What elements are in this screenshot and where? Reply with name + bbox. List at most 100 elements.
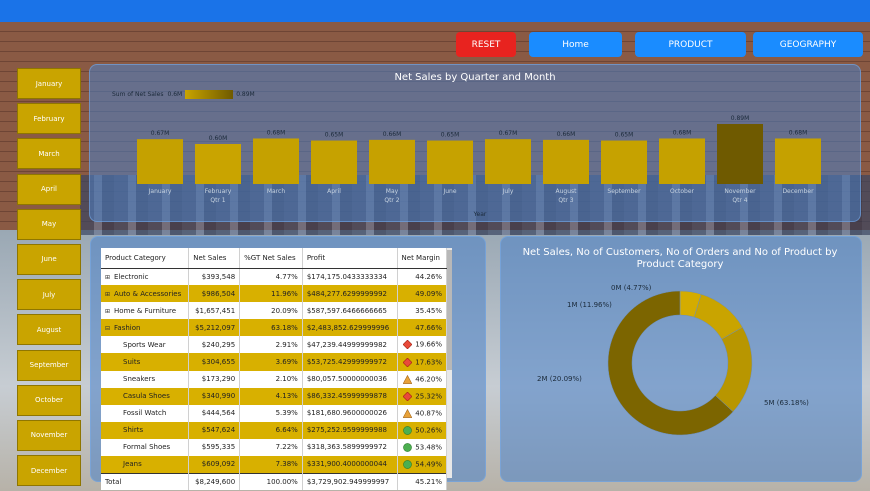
table-row[interactable]: Shirts $547,624 6.64% $275,252.9599999988 50… (101, 421, 448, 439)
table-row[interactable]: ⊞ Home & Furniture $1,657,451 20.09% $587,59… (101, 302, 448, 320)
expand-icon[interactable]: ⊞ (105, 308, 110, 315)
top-bar (0, 0, 870, 22)
cell-net-sales: $444,564 (188, 404, 241, 422)
cell-category: Suits (101, 353, 190, 371)
bar-chart-panel (89, 64, 861, 222)
cell-profit: $174,175.0433333334 (302, 268, 398, 286)
column-header-3[interactable]: Profit (302, 248, 398, 269)
cell-net-margin: 47.66% (397, 319, 448, 337)
legend-max: 0.89M (236, 91, 255, 98)
table-row[interactable]: ⊞ Electronic $393,548 4.77% $174,175.0433333… (101, 268, 448, 286)
cell-profit: $86,332.45999999878 (302, 387, 398, 405)
month-slicer-november[interactable]: November (17, 419, 81, 451)
cell-category: ⊞ Home & Furniture (101, 302, 190, 320)
total-cat: Total (101, 472, 190, 491)
month-slicer-april[interactable]: April (17, 173, 81, 205)
cell-profit: $331,900.4000000044 (302, 456, 398, 474)
diamond-icon (403, 357, 413, 367)
cell-pct-gt: 11.96% (239, 285, 303, 303)
table-row[interactable]: Casula Shoes $340,990 4.13% $86,332.4599999… (101, 387, 448, 405)
month-slicer-june[interactable]: June (17, 243, 81, 275)
month-slicer-october[interactable]: October (17, 384, 81, 416)
donut-title: Net Sales, No of Customers, No of Orders… (522, 247, 838, 270)
table-row[interactable]: Sneakers $173,290 2.10% $80,057.50000000036… (101, 370, 448, 388)
total-pct: 100.00% (239, 472, 303, 491)
month-slicer-february[interactable]: February (17, 103, 81, 135)
table-header-row: Product Category Net Sales %GT Net Sales Pr… (101, 248, 448, 269)
column-header-1[interactable]: Net Sales (188, 248, 241, 269)
product-button[interactable]: PRODUCT (635, 32, 746, 57)
diamond-icon (403, 391, 413, 401)
cell-profit: $80,057.50000000036 (302, 370, 398, 388)
cell-pct-gt: 7.22% (239, 438, 303, 457)
table-row[interactable]: Formal Shoes $595,335 7.22% $318,363.589999… (101, 438, 448, 457)
month-slicer-august[interactable]: August (17, 314, 81, 346)
cell-net-margin: 25.32% (397, 387, 448, 405)
cell-pct-gt: 2.91% (239, 336, 303, 354)
legend-gradient (185, 90, 234, 99)
cell-category: Casula Shoes (101, 387, 190, 405)
reset-button[interactable]: RESET (456, 32, 516, 57)
cell-net-sales: $240,295 (188, 336, 241, 354)
total-profit: $3,729,902.949999997 (302, 472, 398, 491)
table-scroll-thumb[interactable] (447, 250, 452, 370)
cell-net-margin: 19.66% (397, 336, 448, 354)
cell-profit: $53,725.42999999972 (302, 353, 398, 371)
cell-net-sales: $547,624 (188, 421, 241, 439)
total-sales: $8,249,600 (188, 472, 241, 491)
bar-chart-title: Net Sales by Quarter and Month (394, 72, 556, 83)
table-row[interactable]: Fossil Watch $444,564 5.39% $181,680.960000… (101, 404, 448, 422)
cell-profit: $587,597.6466666665 (302, 302, 398, 320)
home-button[interactable]: Home (529, 32, 622, 57)
table-scrollbar[interactable] (447, 248, 452, 478)
cell-pct-gt: 6.64% (239, 421, 303, 439)
cell-profit: $484,277.6299999992 (302, 285, 398, 303)
month-slicer-december[interactable]: December (17, 455, 81, 487)
triangle-icon (403, 374, 413, 384)
cell-net-sales: $595,335 (188, 438, 241, 457)
cell-net-sales: $609,092 (188, 456, 241, 474)
cell-pct-gt: 2.10% (239, 370, 303, 388)
cell-category: Shirts (101, 421, 190, 439)
month-slicer-march[interactable]: March (17, 138, 81, 170)
month-slicer-july[interactable]: July (17, 279, 81, 311)
triangle-icon (403, 408, 413, 418)
cell-profit: $2,483,852.629999996 (302, 319, 398, 337)
donut-panel (500, 236, 862, 482)
cell-net-margin: 50.26% (397, 421, 448, 439)
month-slicer-may[interactable]: May (17, 208, 81, 240)
cell-net-margin: 35.45% (397, 302, 448, 320)
expand-icon[interactable]: ⊟ (105, 325, 110, 332)
table-row[interactable]: ⊞ Auto & Accessories $986,504 11.96% $484,27… (101, 285, 448, 303)
diamond-icon (403, 340, 413, 350)
cell-pct-gt: 20.09% (239, 302, 303, 320)
month-slicer-september[interactable]: September (17, 349, 81, 381)
column-header-2[interactable]: %GT Net Sales (239, 248, 303, 269)
month-slicer: January February March April May June July Augu… (17, 68, 81, 490)
table-row[interactable]: Sports Wear $240,295 2.91% $47,239.44999999… (101, 336, 448, 354)
geography-button[interactable]: GEOGRAPHY (753, 32, 863, 57)
table-row[interactable]: Suits $304,655 3.69% $53,725.42999999972 17.… (101, 353, 448, 371)
month-slicer-january[interactable]: January (17, 68, 81, 99)
column-header-0[interactable]: Product Category (101, 248, 190, 269)
table-row[interactable]: ⊟ Fashion $5,212,097 63.18% $2,483,852.62999… (101, 319, 448, 337)
table-row[interactable]: Jeans $609,092 7.38% $331,900.4000000044 54.… (101, 456, 448, 474)
cell-net-sales: $304,655 (188, 353, 241, 371)
circle-icon (403, 443, 413, 452)
cell-category: ⊟ Fashion (101, 319, 190, 337)
column-header-4[interactable]: Net Margin (397, 248, 448, 269)
cell-net-sales: $173,290 (188, 370, 241, 388)
cell-category: ⊞ Electronic (101, 268, 190, 286)
cell-category: Formal Shoes (101, 438, 190, 457)
cell-category: Jeans (101, 456, 190, 474)
cell-net-sales: $340,990 (188, 387, 241, 405)
cell-pct-gt: 63.18% (239, 319, 303, 337)
cell-pct-gt: 5.39% (239, 404, 303, 422)
cell-profit: $318,363.5899999972 (302, 438, 398, 457)
cell-profit: $181,680.9600000026 (302, 404, 398, 422)
circle-icon (403, 426, 413, 435)
cell-net-margin: 46.20% (397, 370, 448, 388)
expand-icon[interactable]: ⊞ (105, 274, 110, 281)
product-category-table: Product Category Net Sales %GT Net Sales Pr… (101, 248, 448, 491)
expand-icon[interactable]: ⊞ (105, 291, 110, 298)
